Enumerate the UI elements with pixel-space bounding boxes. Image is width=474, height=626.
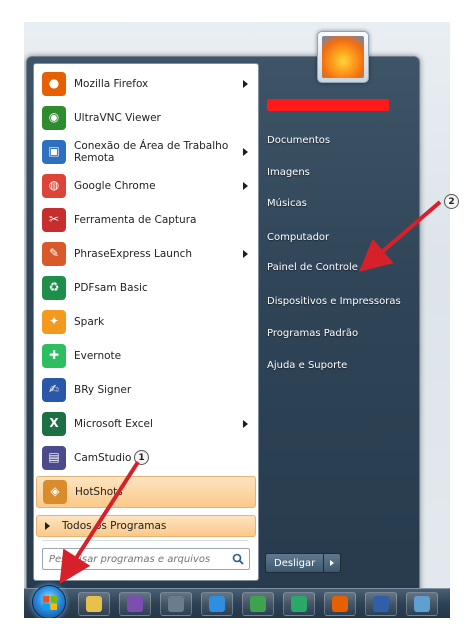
shutdown-button[interactable]: Desligar xyxy=(266,554,325,572)
divider xyxy=(42,540,248,541)
hotshots-icon: ◈ xyxy=(43,480,67,504)
program-label: UltraVNC Viewer xyxy=(74,111,161,124)
submenu-arrow-icon[interactable] xyxy=(243,148,248,156)
program-label: Google Chrome xyxy=(74,179,156,192)
submenu-arrow-icon[interactable] xyxy=(243,182,248,190)
programs-pane: ● Mozilla Firefox ◉ UltraVNC Viewer ▣ Conexão… xyxy=(33,63,259,581)
start-menu: ● Mozilla Firefox ◉ UltraVNC Viewer ▣ Conexão… xyxy=(26,31,420,596)
explorer-icon xyxy=(86,596,102,612)
taskbar-button[interactable] xyxy=(160,592,192,616)
chevron-right-icon xyxy=(330,560,335,566)
ie-icon xyxy=(209,596,225,612)
spark-icon: ✦ xyxy=(42,310,66,334)
program-item[interactable]: ◉ UltraVNC Viewer xyxy=(36,102,256,134)
virtualbox-icon xyxy=(373,596,389,612)
right-pane-item[interactable]: Documentos xyxy=(267,135,330,146)
firefox-icon: ● xyxy=(42,72,66,96)
right-pane-item[interactable]: Dispositivos e Impressoras xyxy=(267,296,401,307)
vs-icon xyxy=(127,596,143,612)
program-label: PDFsam Basic xyxy=(74,281,148,294)
program-item[interactable]: ♻ PDFsam Basic xyxy=(36,272,256,304)
program-label: Mozilla Firefox xyxy=(74,77,149,90)
desktop: ● Mozilla Firefox ◉ UltraVNC Viewer ▣ Conexão… xyxy=(24,22,450,618)
program-label: Ferramenta de Captura xyxy=(74,213,197,226)
windows-logo-icon xyxy=(43,596,57,610)
search-input[interactable] xyxy=(43,550,229,568)
right-pane-item[interactable]: Músicas xyxy=(267,198,307,209)
camstudio-icon: ▤ xyxy=(42,446,66,470)
program-label: PhraseExpress Launch xyxy=(74,247,193,260)
taskbar-button[interactable] xyxy=(283,592,315,616)
right-pane-item[interactable]: Ajuda e Suporte xyxy=(267,360,347,371)
program-item[interactable]: ● Mozilla Firefox xyxy=(36,68,256,100)
shutdown-options-button[interactable] xyxy=(324,554,340,572)
evernote-icon: ✚ xyxy=(42,344,66,368)
callout-2: 2 xyxy=(444,194,459,209)
taskbar-button[interactable] xyxy=(78,592,110,616)
program-label: Conexão de Área de Trabalho Remota xyxy=(74,139,229,164)
program-item[interactable]: ✍ BRy Signer xyxy=(36,374,256,406)
calc-icon xyxy=(250,596,266,612)
media-icon xyxy=(291,596,307,612)
network-icon xyxy=(168,596,184,612)
start-button[interactable] xyxy=(32,585,66,618)
callout-1: 1 xyxy=(134,450,149,465)
program-label: Spark xyxy=(74,315,105,328)
all-programs-label: Todos os Programas xyxy=(62,520,167,532)
right-pane-item[interactable]: Computador xyxy=(267,232,329,243)
taskbar-button[interactable] xyxy=(365,592,397,616)
program-item[interactable]: ✚ Evernote xyxy=(36,340,256,372)
remote-icon xyxy=(414,596,430,612)
chrome-icon: ◍ xyxy=(42,174,66,198)
submenu-arrow-icon[interactable] xyxy=(243,250,248,258)
remote-desktop-icon: ▣ xyxy=(42,140,66,164)
program-label: HotShots xyxy=(75,485,123,498)
taskbar xyxy=(24,585,450,618)
pdfsam-icon: ♻ xyxy=(42,276,66,300)
program-item[interactable]: X Microsoft Excel xyxy=(36,408,256,440)
taskbar-button[interactable] xyxy=(242,592,274,616)
ultravnc-icon: ◉ xyxy=(42,106,66,130)
program-label: Evernote xyxy=(74,349,122,362)
right-pane-item[interactable]: Imagens xyxy=(267,167,310,178)
program-item[interactable]: ▣ Conexão de Área de Trabalho Remota xyxy=(36,136,256,168)
right-pane-item[interactable]: Programas Padrão xyxy=(267,328,358,339)
excel-icon: X xyxy=(42,412,66,436)
submenu-arrow-icon[interactable] xyxy=(243,420,248,428)
program-item[interactable]: ✎ PhraseExpress Launch xyxy=(36,238,256,270)
program-item[interactable]: ✦ Spark xyxy=(36,306,256,338)
taskbar-button[interactable] xyxy=(324,592,356,616)
program-label: Microsoft Excel xyxy=(74,417,153,430)
firefox-icon xyxy=(332,596,348,612)
taskbar-button[interactable] xyxy=(119,592,151,616)
taskbar-button[interactable] xyxy=(406,592,438,616)
program-item[interactable]: ◍ Google Chrome xyxy=(36,170,256,202)
program-label: BRy Signer xyxy=(74,383,132,396)
program-label: CamStudio xyxy=(74,451,132,464)
phraseexpress-icon: ✎ xyxy=(42,242,66,266)
search-icon[interactable] xyxy=(229,550,247,568)
submenu-arrow-icon[interactable] xyxy=(243,80,248,88)
program-item[interactable]: ✂ Ferramenta de Captura xyxy=(36,204,256,236)
search-box[interactable] xyxy=(42,548,250,570)
chevron-right-icon xyxy=(45,522,50,530)
right-pane-item[interactable]: Painel de Controle xyxy=(267,262,358,273)
flower-image xyxy=(322,36,364,78)
scissors-icon: ✂ xyxy=(42,208,66,232)
bry-signer-icon: ✍ xyxy=(42,378,66,402)
shutdown-button-group: Desligar xyxy=(265,553,342,573)
taskbar-button[interactable] xyxy=(201,592,233,616)
user-name-redacted xyxy=(267,99,389,111)
all-programs-button[interactable]: Todos os Programas xyxy=(36,515,256,537)
program-item[interactable]: ◈ HotShots xyxy=(36,476,256,508)
user-picture[interactable] xyxy=(317,31,369,83)
